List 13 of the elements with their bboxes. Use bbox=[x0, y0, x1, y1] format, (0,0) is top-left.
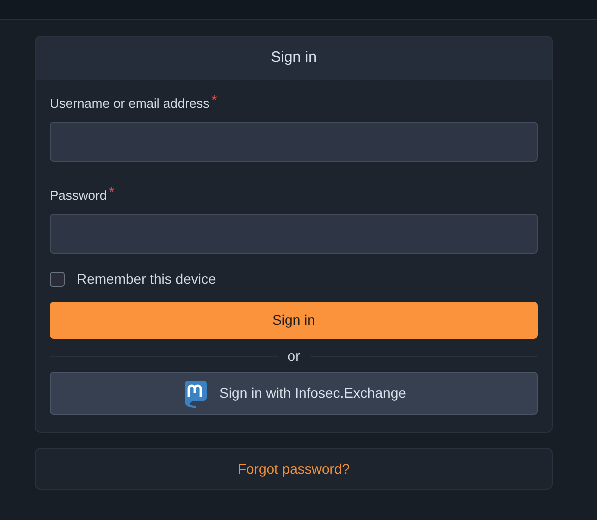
input-field[interactable] bbox=[50, 214, 538, 254]
field-label: Password bbox=[50, 187, 108, 205]
field-label: Username or email address bbox=[50, 95, 210, 113]
card-title: Sign in bbox=[271, 48, 317, 68]
remember-checkbox[interactable] bbox=[50, 272, 65, 286]
divider-label: or bbox=[286, 346, 302, 366]
required-mark: * bbox=[109, 186, 115, 198]
provider-sign-in-button[interactable]: Sign in with Infosec.Exchange bbox=[50, 372, 538, 415]
remember-label: Remember this device bbox=[77, 270, 216, 288]
forgot-password-link[interactable]: Forgot password? bbox=[238, 458, 350, 480]
sign-in-button[interactable]: Sign in bbox=[50, 302, 538, 339]
input-field[interactable] bbox=[50, 122, 538, 162]
required-mark: * bbox=[212, 94, 218, 106]
